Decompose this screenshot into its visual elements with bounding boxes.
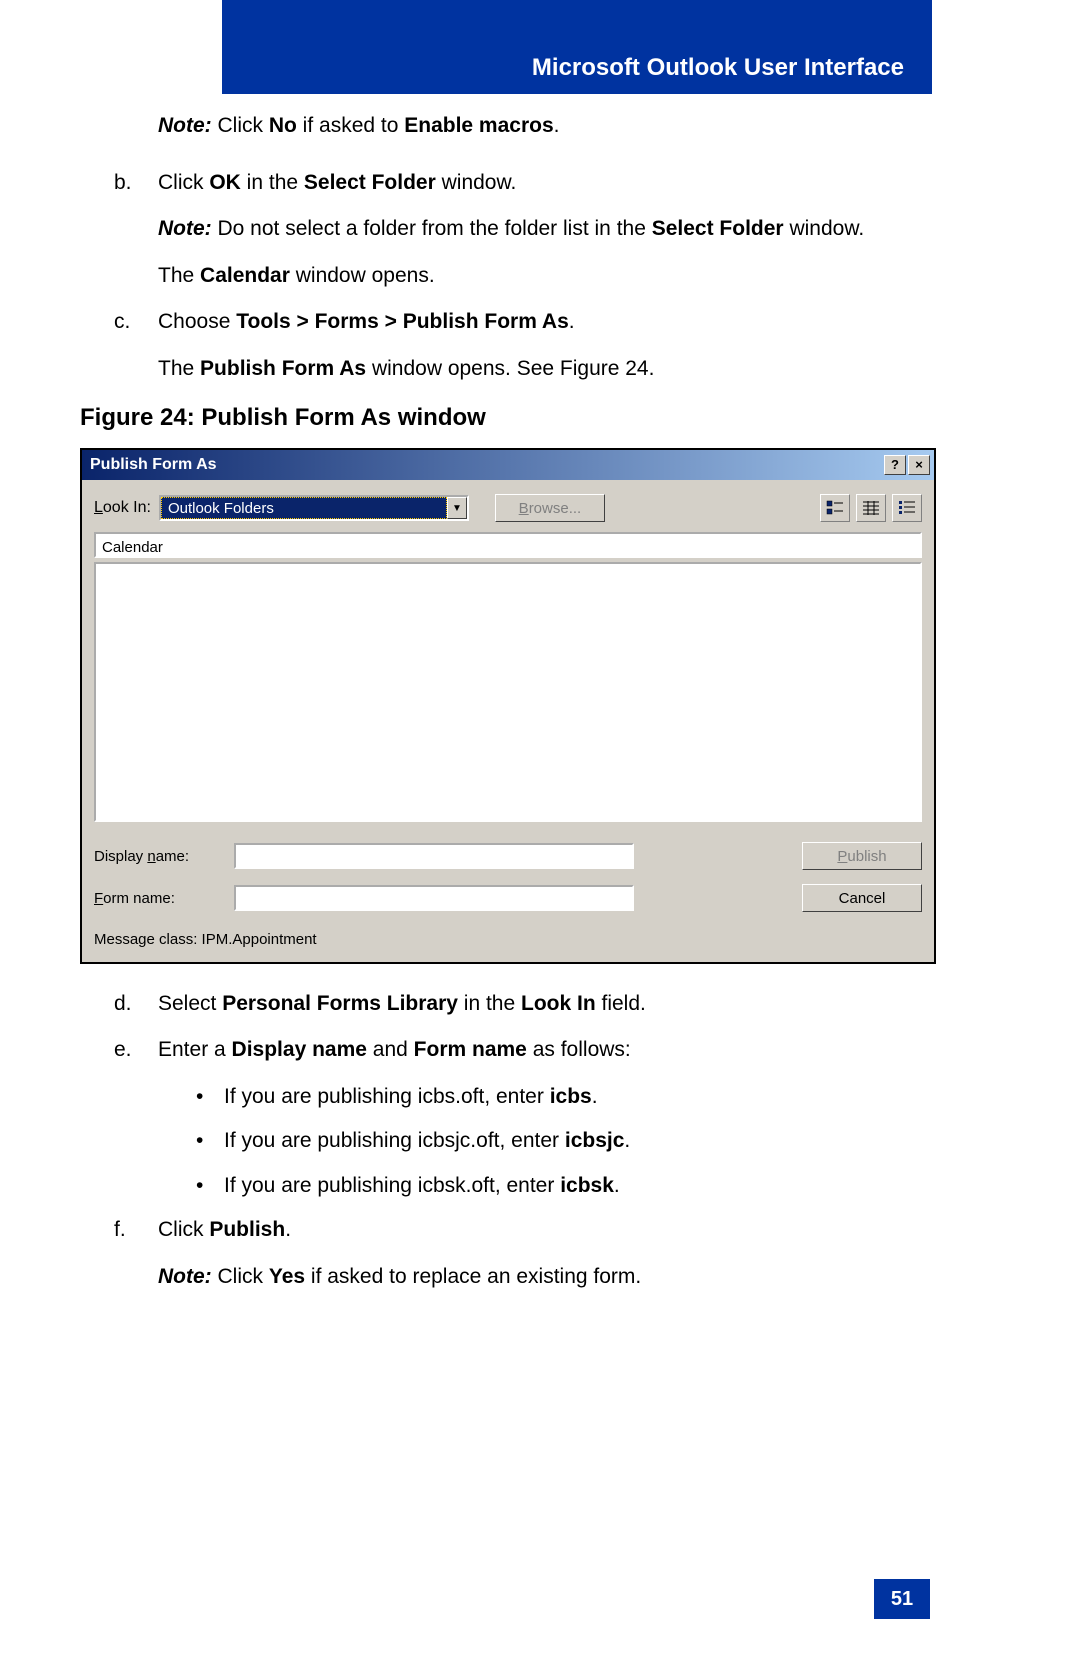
- form-fields: Display name: Publish Form name: Cancel: [94, 842, 922, 912]
- message-class-label: Message class: IPM.Appointment: [94, 928, 922, 951]
- step-body: Click OK in the Select Folder window.: [158, 167, 940, 200]
- step-body: Choose Tools > Forms > Publish Form As.: [158, 306, 940, 339]
- step-letter: c.: [114, 306, 158, 339]
- step-f: f. Click Publish.: [114, 1214, 940, 1247]
- large-icons-view-icon[interactable]: [820, 494, 850, 522]
- publish-form-dialog: Publish Form As ? × Look In: Outlook Fol…: [80, 448, 936, 963]
- display-name-input[interactable]: [234, 843, 634, 869]
- page-header-bar: Microsoft Outlook User Interface: [222, 0, 932, 94]
- form-name-input[interactable]: [234, 885, 634, 911]
- step-e: e. Enter a Display name and Form name as…: [114, 1034, 940, 1067]
- step-letter: e.: [114, 1034, 158, 1067]
- display-name-label: Display name:: [94, 845, 234, 868]
- step-body: Enter a Display name and Form name as fo…: [158, 1034, 940, 1067]
- step-b-note: Note: Do not select a folder from the fo…: [158, 213, 940, 246]
- page-number: 51: [874, 1579, 930, 1619]
- step-body: Select Personal Forms Library in the Loo…: [158, 988, 940, 1021]
- page-content: Note: Click No if asked to Enable macros…: [80, 110, 940, 1308]
- calendar-field[interactable]: Calendar: [94, 532, 922, 558]
- page-header-title: Microsoft Outlook User Interface: [532, 54, 904, 82]
- lookin-label: Look In:: [94, 496, 151, 521]
- bullet-icon: •: [196, 1081, 224, 1114]
- step-letter: b.: [114, 167, 158, 200]
- browse-button[interactable]: Browse...: [495, 494, 605, 522]
- titlebar-buttons: ? ×: [884, 455, 930, 475]
- step-c-sub: The Publish Form As window opens. See Fi…: [158, 353, 940, 386]
- figure-caption: Figure 24: Publish Form As window: [80, 399, 940, 436]
- dialog-titlebar: Publish Form As ? ×: [82, 450, 934, 480]
- step-c: c. Choose Tools > Forms > Publish Form A…: [114, 306, 940, 339]
- step-d: d. Select Personal Forms Library in the …: [114, 988, 940, 1021]
- step-b-sub: The Calendar window opens.: [158, 260, 940, 293]
- lookin-row: Look In: Outlook Folders ▼ Browse...: [94, 494, 922, 522]
- step-b: b. Click OK in the Select Folder window.: [114, 167, 940, 200]
- intro-note: Note: Click No if asked to Enable macros…: [158, 110, 940, 143]
- lookin-value: Outlook Folders: [161, 497, 447, 519]
- details-view-icon[interactable]: [856, 494, 886, 522]
- bullet-icon: •: [196, 1170, 224, 1203]
- lookin-combo[interactable]: Outlook Folders ▼: [159, 495, 469, 521]
- step-letter: f.: [114, 1214, 158, 1247]
- bullet-item: • If you are publishing icbsk.oft, enter…: [196, 1170, 940, 1203]
- close-icon[interactable]: ×: [908, 455, 930, 475]
- chevron-down-icon[interactable]: ▼: [447, 497, 467, 519]
- step-body: Click Publish.: [158, 1214, 940, 1247]
- bullet-item: • If you are publishing icbs.oft, enter …: [196, 1081, 940, 1114]
- step-f-note: Note: Click Yes if asked to replace an e…: [158, 1261, 940, 1294]
- bullet-item: • If you are publishing icbsjc.oft, ente…: [196, 1125, 940, 1158]
- help-icon[interactable]: ?: [884, 455, 906, 475]
- publish-button[interactable]: Publish: [802, 842, 922, 870]
- form-name-label: Form name:: [94, 887, 234, 910]
- cancel-button[interactable]: Cancel: [802, 884, 922, 912]
- list-view-icon[interactable]: [892, 494, 922, 522]
- dialog-body: Look In: Outlook Folders ▼ Browse...: [82, 480, 934, 961]
- step-letter: d.: [114, 988, 158, 1021]
- dialog-title: Publish Form As: [90, 453, 217, 478]
- forms-listbox[interactable]: [94, 562, 922, 822]
- bullet-icon: •: [196, 1125, 224, 1158]
- view-icons: [820, 494, 922, 522]
